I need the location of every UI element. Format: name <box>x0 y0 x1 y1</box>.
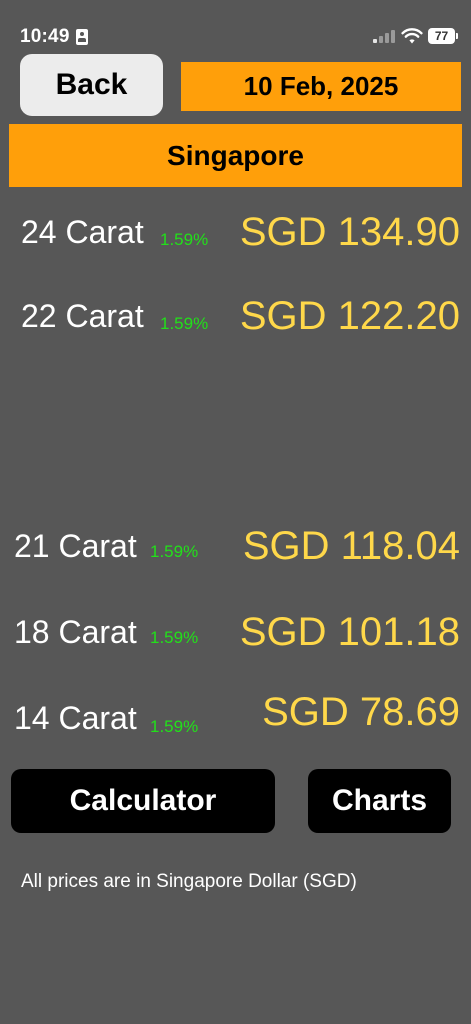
price-value: SGD 122.20 <box>239 294 460 338</box>
battery-icon: 77 <box>428 28 458 44</box>
price-row-22k: 22 Carat 1.59% SGD 122.20 <box>0 292 471 342</box>
price-row-14k: 14 Carat 1.59% SGD 78.69 <box>0 690 471 740</box>
carat-label: 18 Carat <box>14 614 137 650</box>
price-value: SGD 101.18 <box>239 610 460 654</box>
charts-button[interactable]: Charts <box>308 769 451 833</box>
change-percentage: 1.59% <box>160 314 209 333</box>
carat-label: 24 Carat <box>21 214 144 250</box>
calculator-button[interactable]: Calculator <box>11 769 275 833</box>
carat-label: 14 Carat <box>14 700 137 736</box>
change-percentage: 1.59% <box>150 717 199 736</box>
price-row-18k: 18 Carat 1.59% SGD 101.18 <box>0 608 471 658</box>
currency-note: All prices are in Singapore Dollar (SGD) <box>21 871 357 892</box>
cellular-signal-icon <box>373 29 395 43</box>
price-value: SGD 78.69 <box>262 690 460 734</box>
id-card-icon <box>76 29 88 45</box>
price-row-21k: 21 Carat 1.59% SGD 118.04 <box>0 522 471 572</box>
date-display: 10 Feb, 2025 <box>181 62 461 111</box>
price-value: SGD 134.90 <box>239 210 460 254</box>
price-value: SGD 118.04 <box>242 524 460 568</box>
change-percentage: 1.59% <box>150 542 199 561</box>
status-time: 10:49 <box>20 26 70 47</box>
price-row-24k: 24 Carat 1.59% SGD 134.90 <box>0 208 471 258</box>
wifi-icon <box>401 28 423 44</box>
location-title: Singapore <box>9 124 462 187</box>
status-bar: 10:49 77 <box>0 0 471 50</box>
carat-label: 21 Carat <box>14 528 137 564</box>
back-button[interactable]: Back <box>20 54 163 116</box>
change-percentage: 1.59% <box>150 628 199 647</box>
carat-label: 22 Carat <box>21 298 144 334</box>
change-percentage: 1.59% <box>160 230 209 249</box>
